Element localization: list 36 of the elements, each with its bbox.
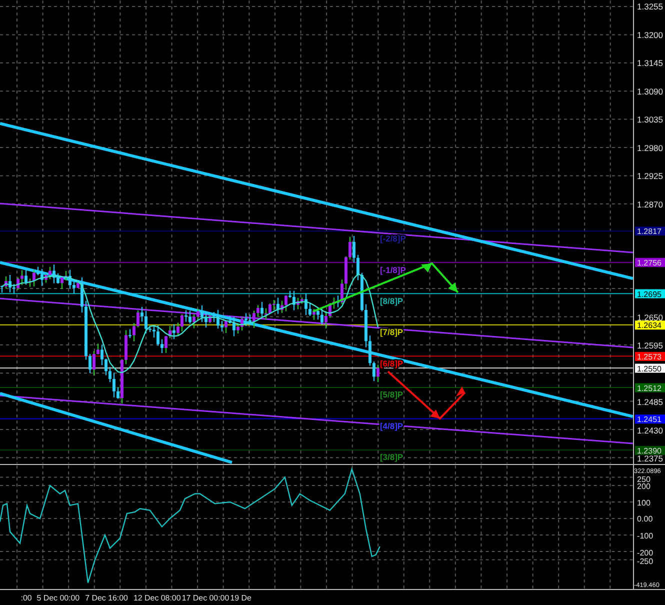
indicator-label: 100 xyxy=(636,498,650,508)
indicator-label: -100 xyxy=(636,532,653,541)
level-label: [3/8]P xyxy=(380,452,404,462)
indicator-label: 250 xyxy=(636,475,650,484)
price-label: 1.2595 xyxy=(636,340,663,351)
price-badge-text: 1.2550 xyxy=(636,364,662,374)
level-label: [-2/8]P xyxy=(380,234,406,244)
price-label: 1.2430 xyxy=(636,425,663,436)
price-badge-text: 1.2817 xyxy=(636,227,662,236)
level-label: [7/8]P xyxy=(380,327,404,338)
price-badge-text: 1.2695 xyxy=(636,290,662,299)
price-label: 1.2375 xyxy=(636,454,663,464)
level-label: [6/8]P xyxy=(380,358,404,368)
price-badge-text: 1.2573 xyxy=(636,352,662,362)
price-label: 1.3090 xyxy=(636,86,663,96)
price-label: 1.3200 xyxy=(636,30,663,40)
price-label: 1.2650 xyxy=(636,312,663,322)
indicator-label: -200 xyxy=(636,548,653,558)
price-label: 1.2485 xyxy=(636,397,663,408)
level-label: [8/8]P xyxy=(380,296,404,306)
indicator-label: 0.00 xyxy=(636,514,652,524)
price-badge-text: 1.2756 xyxy=(636,258,662,268)
price-badge-text: 1.2451 xyxy=(636,415,662,424)
price-label: 1.3145 xyxy=(636,58,663,68)
price-badge-text: 1.2634 xyxy=(636,321,662,330)
price-badge-text: 1.2512 xyxy=(636,384,662,393)
indicator-label: -250 xyxy=(636,556,653,566)
indicator-label: 200 xyxy=(636,482,650,492)
price-badge-text: 1.2390 xyxy=(636,446,662,456)
price-label: 1.2870 xyxy=(636,199,663,210)
price-label: 1.3035 xyxy=(636,114,663,125)
level-label: [5/8]P xyxy=(380,390,404,400)
price-label: 1.2925 xyxy=(636,171,663,182)
price-label: 1.3255 xyxy=(636,2,663,12)
price-label: 1.2980 xyxy=(636,142,663,153)
level-label: [-1/8]P xyxy=(380,264,406,275)
